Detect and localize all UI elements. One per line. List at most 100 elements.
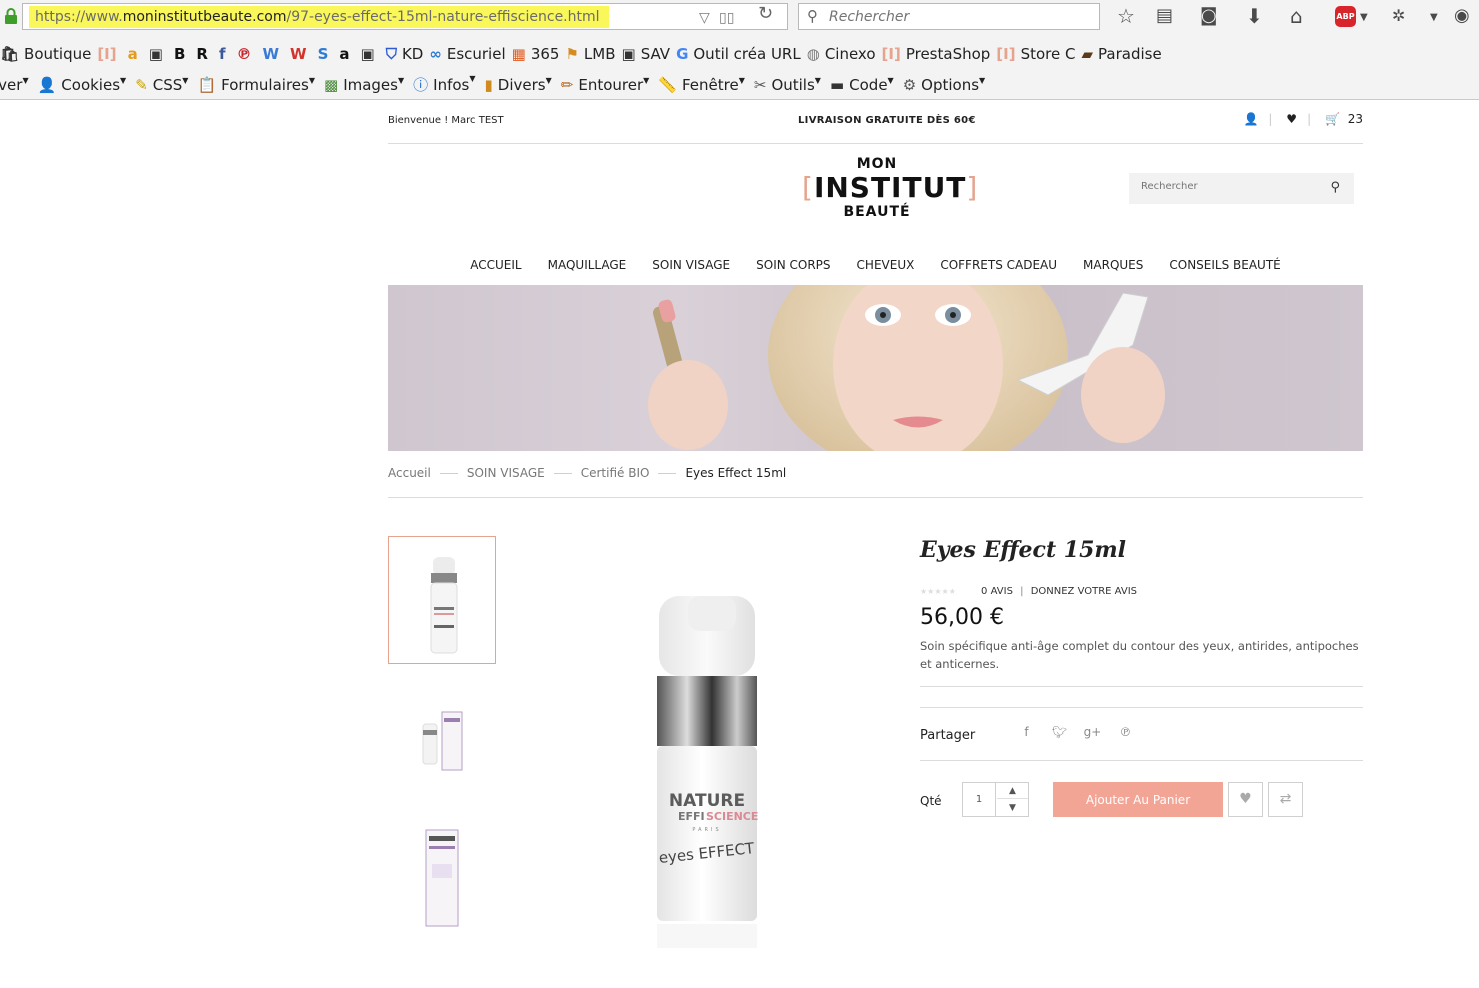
devtool-label: Cookies [61, 75, 121, 94]
reader-view-icon[interactable]: ▯▯ [719, 10, 734, 26]
home-icon[interactable]: ⌂ [1290, 4, 1303, 28]
compare-arrows-icon[interactable]: ⇄ [1268, 782, 1303, 817]
bookmark-star-icon[interactable]: ☆ [1117, 4, 1135, 28]
bookmark-item[interactable]: W [290, 45, 312, 63]
breadcrumb-link[interactable]: SOIN VISAGE [467, 466, 545, 480]
bookmark-item[interactable]: ▰ Paradise [1081, 45, 1161, 63]
devtool-menu[interactable]: 📏 Fenêtre▼ [658, 76, 745, 94]
nav-item[interactable]: CONSEILS BEAUTÉ [1169, 258, 1280, 272]
brand-line1: NATURE [669, 791, 745, 811]
facebook-icon[interactable]: f [1010, 725, 1043, 739]
devtool-menu[interactable]: 📋 Formulaires▼ [197, 76, 315, 94]
logo-line1: MON [856, 156, 898, 172]
product-main-image[interactable]: NATURE EFFI SCIENCE PARIS eyes EFFECT [568, 566, 898, 956]
bookmark-item[interactable]: a [128, 45, 143, 63]
ladder-icon: ⚑ [565, 44, 579, 63]
quantity-input[interactable] [963, 783, 996, 816]
bug-icon[interactable]: ✲ [1392, 4, 1405, 28]
nav-item[interactable]: COFFRETS CADEAU [940, 258, 1057, 272]
devtool-menu[interactable]: ▬ Code▼ [830, 76, 894, 94]
devtool-menu[interactable]: 👤 Cookies▼ [38, 76, 127, 94]
thumbnail-3[interactable] [388, 814, 496, 942]
bookmark-label: Outil créa URL [693, 44, 801, 63]
bookmark-item[interactable]: 🛍 Boutique [0, 45, 91, 63]
nav-item[interactable]: ACCUEIL [470, 258, 521, 272]
dropdown-arrow-icon[interactable]: ▽ [699, 10, 710, 26]
bookmark-item[interactable]: G Outil créa URL [676, 45, 801, 63]
devtool-menu[interactable]: ⚙ Options▼ [903, 76, 986, 94]
bookmark-item[interactable]: [I] PrestaShop [882, 45, 991, 63]
bookmark-item[interactable]: ▣ SAV [622, 45, 671, 63]
url-text[interactable]: https://www.moninstitutbeaute.com/97-eye… [35, 9, 600, 25]
devtool-menu[interactable]: ▮ Divers▼ [485, 76, 552, 94]
adblock-icon[interactable]: ABP [1335, 6, 1356, 27]
breadcrumb-link[interactable]: Certifié BIO [581, 466, 650, 480]
bookmark-item[interactable]: B [174, 45, 190, 63]
devtool-menu[interactable]: ✏ Entourer▼ [561, 76, 650, 94]
reload-icon[interactable]: ↻ [758, 3, 773, 24]
nav-item[interactable]: CHEVEUX [857, 258, 915, 272]
wishlist-heart-icon[interactable]: ♥ [1228, 782, 1263, 817]
twitter-icon[interactable]: 🐦︎ [1043, 725, 1076, 739]
cart-icon[interactable]: 🛒 [1325, 112, 1340, 126]
hero-banner [388, 285, 1363, 451]
pinterest-icon[interactable]: ℗ [1109, 725, 1142, 739]
caret-down-icon: ▼ [182, 75, 189, 85]
bookmark-item[interactable]: ▣ [361, 45, 380, 63]
site-search[interactable]: ⚲ [1129, 173, 1354, 204]
bookmarks-list-icon[interactable]: ▤ [1156, 4, 1173, 28]
nav-item[interactable]: MAQUILLAGE [548, 258, 627, 272]
cart-count[interactable]: 23 [1348, 112, 1363, 126]
bookmark-item[interactable]: ⚑ LMB [565, 45, 615, 63]
chevron-down-icon[interactable]: ▼ [1430, 6, 1438, 30]
bookmark-item[interactable]: ◍ Cinexo [807, 45, 876, 63]
bookmark-item[interactable]: S [318, 45, 334, 63]
add-to-cart-button[interactable]: Ajouter Au Panier [1053, 782, 1223, 817]
browser-search-box[interactable]: ⚲ [798, 3, 1100, 30]
share-buttons: f 🐦︎ g+ ℗ [1010, 725, 1142, 739]
site-logo[interactable]: MON [INSTITUT] BEAUTÉ [802, 156, 977, 220]
thumbnail-1[interactable] [388, 536, 496, 664]
chevron-up-icon[interactable]: ▲ [997, 783, 1028, 799]
bookmark-label: Cinexo [824, 44, 876, 63]
heart-icon[interactable]: ♥ [1286, 112, 1297, 126]
bookmark-item[interactable]: ▣ [149, 45, 168, 63]
devtool-menu[interactable]: ⓘ Infos▼ [413, 74, 475, 95]
write-review-link[interactable]: DONNEZ VOTRE AVIS [1031, 586, 1137, 597]
nav-item[interactable]: SOIN VISAGE [652, 258, 730, 272]
chevron-down-icon[interactable]: ▼ [997, 800, 1028, 816]
devtool-menu[interactable]: iver▼ [0, 76, 29, 94]
devtool-menu[interactable]: ✎ CSS▼ [135, 76, 188, 94]
bookmark-item[interactable]: R [196, 45, 213, 63]
nav-item[interactable]: MARQUES [1083, 258, 1143, 272]
bookmark-item[interactable]: W [262, 45, 284, 63]
bookmark-item[interactable]: ∞ Escuriel [429, 45, 505, 63]
site-search-input[interactable] [1141, 181, 1321, 192]
pocket-icon[interactable]: ◙ [1200, 4, 1217, 28]
bookmark-item[interactable]: ⛉ KD [386, 45, 424, 63]
thumbnail-2[interactable] [388, 678, 496, 806]
caret-down-icon: ▼ [887, 75, 894, 85]
bookmark-item[interactable]: [I] [97, 45, 121, 63]
devtool-menu[interactable]: ✂ Outils▼ [754, 76, 821, 94]
download-icon[interactable]: ⬇ [1246, 4, 1263, 28]
bag-icon: ▣ [360, 44, 375, 63]
bookmark-item[interactable]: ℗ [236, 45, 256, 63]
bookmark-item[interactable]: f [219, 45, 231, 63]
devtool-menu[interactable]: ▩ Images▼ [324, 76, 404, 94]
letter-b-icon: B [173, 44, 186, 63]
bookmark-item[interactable]: [I] Store C [996, 45, 1075, 63]
browser-search-input[interactable] [829, 8, 1089, 26]
nav-item[interactable]: SOIN CORPS [756, 258, 830, 272]
breadcrumb-link[interactable]: Accueil [388, 466, 431, 480]
bookmark-item[interactable]: ▦ 365 [512, 45, 560, 63]
bookmark-item[interactable]: a [339, 45, 354, 63]
user-icon[interactable]: 👤 [1243, 112, 1258, 126]
google-plus-icon[interactable]: g+ [1076, 725, 1109, 739]
address-bar[interactable]: https://www.moninstitutbeaute.com/97-eye… [22, 3, 788, 30]
avatar-icon[interactable]: ◉ [1454, 4, 1470, 28]
star-icon: ★ [941, 587, 949, 596]
search-icon[interactable]: ⚲ [1330, 180, 1340, 195]
chevron-down-icon[interactable]: ▼ [1360, 6, 1368, 30]
reviews-count[interactable]: 0 AVIS [981, 586, 1013, 597]
